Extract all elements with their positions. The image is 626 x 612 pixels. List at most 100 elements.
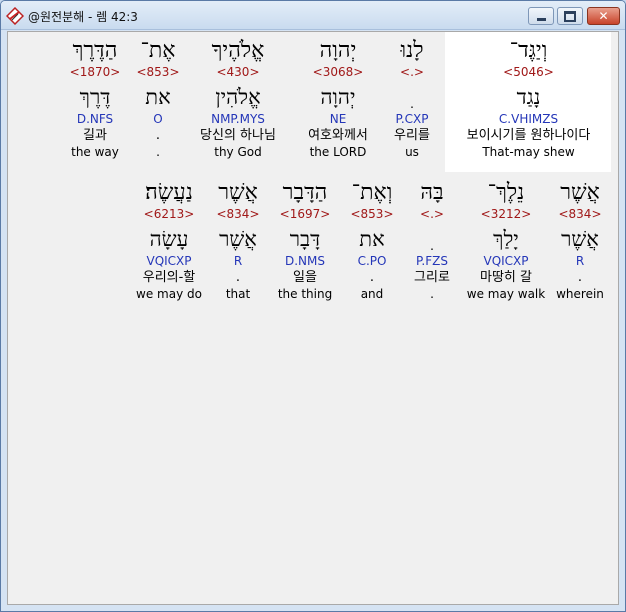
minimize-icon xyxy=(536,17,546,21)
strong-number: <853> xyxy=(136,65,180,79)
morph-code: R xyxy=(575,254,585,268)
morph-code: D.NFS xyxy=(76,112,114,126)
strong-number: <853> xyxy=(350,207,394,221)
word-cell[interactable]: יְהוָה <3068> יְהוָה NE 여호와께서 the LORD xyxy=(298,37,378,160)
english-gloss: we may do xyxy=(136,287,202,301)
korean-gloss: . xyxy=(577,270,583,285)
hebrew-word: הַדָּבָר xyxy=(282,180,328,205)
morph-code: P.CXP xyxy=(395,112,429,126)
word-cell[interactable]: לָנוּ <.> ׅ P.CXP 우리를 us xyxy=(382,37,442,160)
maximize-icon xyxy=(564,10,576,22)
word-cell[interactable]: וְאֶת־ <853> את C.PO . and xyxy=(344,179,400,302)
hebrew-lemma: אֲשֶׁר xyxy=(561,227,599,251)
app-diamond-icon xyxy=(5,6,25,26)
hebrew-lemma: את xyxy=(359,227,385,251)
korean-gloss: . xyxy=(235,270,241,285)
hebrew-word: וְיַגֶּד־ xyxy=(509,38,548,63)
minimize-button[interactable] xyxy=(528,7,554,25)
strong-number: <.> xyxy=(420,207,444,221)
english-gloss: that xyxy=(225,287,251,301)
korean-gloss: 우리의-할 xyxy=(142,270,196,285)
english-gloss: and xyxy=(360,287,384,301)
word-cell[interactable]: הַדֶּרֶךְ <1870> דֶּרֶךְ D.NFS 길과 the wa… xyxy=(60,37,130,160)
strong-number: <1697> xyxy=(279,207,331,221)
morph-code: NE xyxy=(329,112,347,126)
english-gloss: . xyxy=(156,145,160,159)
analysis-panel: וְיַגֶּד־ <5046> נָגַד C.VHIMZS 보이시기를 원하… xyxy=(7,31,619,605)
english-gloss: That-may shew xyxy=(482,145,575,159)
hebrew-lemma: את xyxy=(145,85,171,109)
korean-gloss: 길과 xyxy=(83,128,107,143)
close-button[interactable]: ✕ xyxy=(587,7,620,25)
app-window: @원전분해 - 렘 42:3 ✕ וְיַגֶּד־ <5046> נָגַד … xyxy=(0,0,626,612)
korean-gloss: . xyxy=(369,270,375,285)
korean-gloss: 마땅히 갈 xyxy=(480,270,532,285)
morph-code: D.NMS xyxy=(284,254,325,268)
morph-code: VQICXP xyxy=(146,254,192,268)
strong-number: <5046> xyxy=(503,65,554,79)
hebrew-word: נַעֲשֶׂה׃ xyxy=(145,180,193,205)
morph-code: C.PO xyxy=(357,254,387,268)
strong-number: <834> xyxy=(216,207,260,221)
korean-gloss: . xyxy=(155,128,161,143)
korean-gloss: 보이시기를 원하나이다 xyxy=(466,128,591,143)
hebrew-lemma: נָגַד xyxy=(516,85,541,109)
hebrew-lemma: דָּבָר xyxy=(289,227,321,251)
strong-number: <6213> xyxy=(143,207,195,221)
hebrew-lemma: עָשָׂה xyxy=(149,227,189,251)
hebrew-word: הַדֶּרֶךְ xyxy=(72,38,118,63)
strong-number: <.> xyxy=(400,65,424,79)
english-gloss: we may walk xyxy=(466,287,546,301)
hebrew-word: וְאֶת־ xyxy=(351,180,393,205)
hebrew-word: לָנוּ xyxy=(400,38,424,63)
word-cell[interactable]: נֵלֶךְ־ <3212> יָלַךְ VQICXP 마땅히 갈 we ma… xyxy=(464,179,548,302)
word-cell[interactable]: נַעֲשֶׂה׃ <6213> עָשָׂה VQICXP 우리의-할 we … xyxy=(132,179,206,302)
hebrew-word: יְהוָה xyxy=(319,38,357,63)
hebrew-word: בָּהּ xyxy=(420,180,444,205)
hebrew-lemma: אֱלֹהִין xyxy=(215,85,261,109)
hebrew-word: אֱלֹהֶיךָ xyxy=(211,38,265,63)
strong-number: <3212> xyxy=(480,207,532,221)
hebrew-lemma: יְהוָה xyxy=(320,85,356,109)
close-icon: ✕ xyxy=(598,9,609,23)
english-gloss: the way xyxy=(71,145,119,159)
strong-number: <1870> xyxy=(69,65,121,79)
korean-gloss: 여호와께서 xyxy=(308,128,368,143)
word-cell[interactable]: אֲשֶׁר <834> אֲשֶׁר R . that xyxy=(210,179,266,302)
hebrew-word: אֲשֶׁר xyxy=(218,180,258,205)
word-cell[interactable]: אֶת־ <853> את O . . xyxy=(133,37,183,160)
word-cell[interactable]: אֲשֶׁר <834> אֲשֶׁר R . wherein xyxy=(550,179,610,302)
word-cell[interactable]: בָּהּ <.> ׅ P.FZS 그리로 . xyxy=(404,179,460,302)
strong-number: <3068> xyxy=(312,65,364,79)
morph-code: NMP.MYS xyxy=(211,112,265,126)
morph-code: R xyxy=(233,254,243,268)
hebrew-lemma: יָלַךְ xyxy=(493,227,519,251)
word-cell[interactable]: אֱלֹהֶיךָ <430> אֱלֹהִין NMP.MYS 당신의 하나님… xyxy=(188,37,288,160)
strong-number: <834> xyxy=(558,207,602,221)
hebrew-word: אֶת־ xyxy=(140,38,176,63)
hebrew-lemma: ׅ xyxy=(404,224,460,254)
hebrew-lemma: דֶּרֶךְ xyxy=(79,85,111,109)
morph-code: C.VHIMZS xyxy=(498,112,559,126)
maximize-button[interactable] xyxy=(557,7,583,25)
english-gloss: the LORD xyxy=(309,145,367,159)
morph-code: VQICXP xyxy=(483,254,529,268)
title-bar[interactable]: @원전분해 - 렘 42:3 ✕ xyxy=(1,1,625,30)
english-gloss: us xyxy=(405,145,419,159)
hebrew-lemma: אֲשֶׁר xyxy=(219,227,257,251)
korean-gloss: 당신의 하나님 xyxy=(200,128,276,143)
english-gloss: wherein xyxy=(556,287,604,301)
morph-code: P.FZS xyxy=(416,254,448,268)
word-cell[interactable]: וְיַגֶּד־ <5046> נָגַד C.VHIMZS 보이시기를 원하… xyxy=(451,37,606,160)
window-title: @원전분해 - 렘 42:3 xyxy=(28,10,138,24)
korean-gloss: 우리를 xyxy=(394,128,430,143)
hebrew-word: אֲשֶׁר xyxy=(560,180,600,205)
english-gloss: . xyxy=(430,287,434,301)
korean-gloss: 일을 xyxy=(293,270,317,285)
hebrew-word: נֵלֶךְ־ xyxy=(487,180,525,205)
word-cell[interactable]: הַדָּבָר <1697> דָּבָר D.NMS 일을 the thin… xyxy=(270,179,340,302)
korean-gloss: 그리로 xyxy=(414,270,450,285)
strong-number: <430> xyxy=(216,65,260,79)
hebrew-lemma: ׅ xyxy=(382,82,442,112)
english-gloss: thy God xyxy=(214,145,262,159)
